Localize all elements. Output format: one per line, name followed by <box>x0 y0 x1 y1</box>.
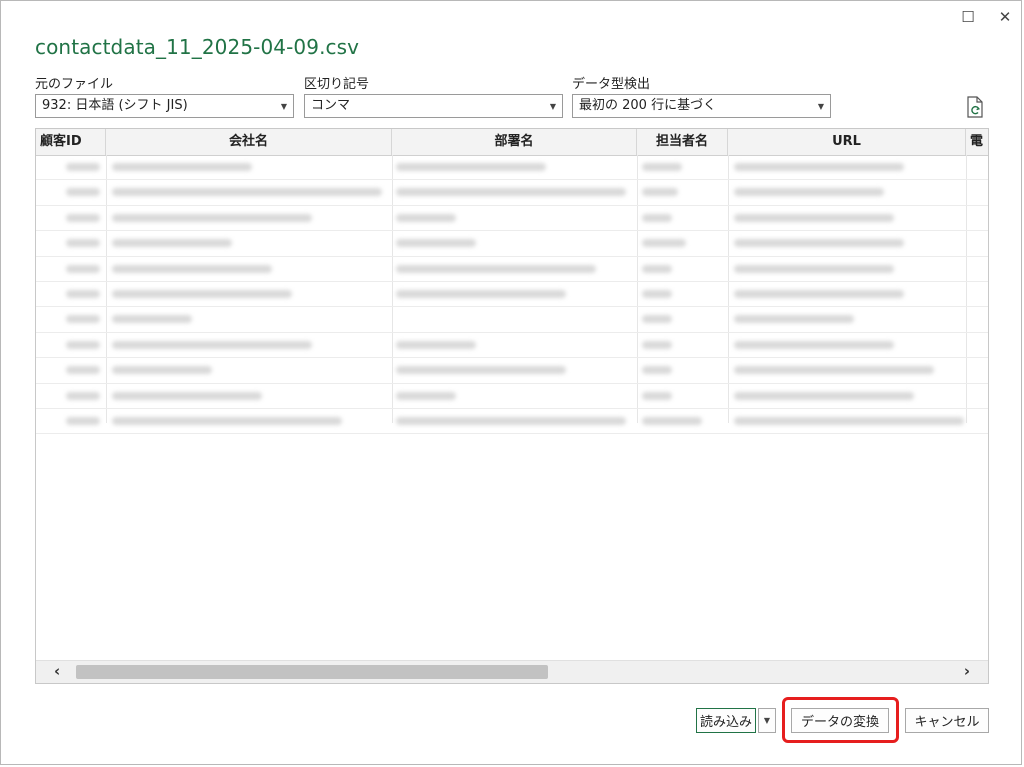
redacted-cell <box>396 289 566 298</box>
redacted-cell <box>66 239 100 248</box>
redacted-cell <box>642 239 686 248</box>
table-row <box>36 384 988 409</box>
maximize-icon[interactable]: ☐ <box>957 7 979 27</box>
delimiter-value: コンマ <box>311 98 351 113</box>
redacted-cell <box>396 163 546 171</box>
redacted-cell <box>734 416 964 425</box>
redacted-cell <box>112 213 312 222</box>
highlight-box <box>782 697 899 743</box>
redacted-cell <box>112 289 292 298</box>
redacted-cell <box>642 264 672 273</box>
table-row <box>36 409 988 435</box>
redacted-cell <box>66 289 100 298</box>
redacted-cell <box>396 188 626 197</box>
redacted-cell <box>396 239 476 248</box>
redacted-cell <box>734 340 894 349</box>
column-header[interactable]: 電 <box>966 129 988 155</box>
table-row <box>36 180 988 206</box>
redacted-cell <box>112 239 232 248</box>
redacted-cell <box>396 366 566 375</box>
delimiter-select[interactable]: コンマ ▼ <box>304 94 563 118</box>
scroll-right-icon[interactable]: › <box>964 662 970 680</box>
table-row <box>36 231 988 257</box>
redacted-cell <box>396 416 626 425</box>
cancel-button[interactable]: キャンセル <box>905 708 989 733</box>
redacted-cell <box>642 340 672 349</box>
redacted-cell <box>396 264 596 273</box>
type-detection-value: 最初の 200 行に基づく <box>579 98 717 113</box>
file-origin-value: 932: 日本語 (シフト JIS) <box>42 98 188 113</box>
dialog-title: contactdata_11_2025-04-09.csv <box>35 35 360 59</box>
redacted-cell <box>396 213 456 222</box>
redacted-cell <box>734 264 894 273</box>
redacted-cell <box>66 366 100 375</box>
redacted-cell <box>112 163 252 171</box>
redacted-cell <box>66 340 100 349</box>
preview-grid[interactable]: 顧客ID 会社名 部署名 担当者名 URL 電 ‹ › <box>35 128 989 684</box>
redacted-cell <box>734 391 914 400</box>
redacted-cell <box>396 391 456 400</box>
redacted-cell <box>642 163 682 171</box>
table-row <box>36 307 988 333</box>
redacted-cell <box>66 416 100 425</box>
chevron-down-icon: ▼ <box>549 102 556 111</box>
redacted-cell <box>112 366 212 375</box>
column-header[interactable]: 会社名 <box>106 129 392 155</box>
redacted-cell <box>66 188 100 197</box>
column-header[interactable]: 担当者名 <box>637 129 728 155</box>
grid-rows <box>36 155 988 435</box>
column-header[interactable]: URL <box>728 129 966 155</box>
redacted-cell <box>112 340 312 349</box>
scroll-left-icon[interactable]: ‹ <box>54 662 60 680</box>
redacted-cell <box>112 188 382 197</box>
redacted-cell <box>66 213 100 222</box>
redacted-cell <box>66 315 100 324</box>
load-button[interactable]: 読み込み <box>696 708 756 733</box>
redacted-cell <box>734 188 884 197</box>
chevron-down-icon: ▼ <box>280 102 287 111</box>
redacted-cell <box>112 416 342 425</box>
refresh-file-icon[interactable] <box>965 96 985 118</box>
table-row <box>36 333 988 359</box>
redacted-cell <box>734 315 854 324</box>
table-row <box>36 257 988 282</box>
import-dialog: ☐ ✕ contactdata_11_2025-04-09.csv 元のファイル… <box>0 0 1022 765</box>
redacted-cell <box>66 391 100 400</box>
redacted-cell <box>642 416 702 425</box>
redacted-cell <box>112 391 262 400</box>
redacted-cell <box>734 213 894 222</box>
type-detection-select[interactable]: 最初の 200 行に基づく ▼ <box>572 94 831 118</box>
chevron-down-icon: ▼ <box>817 102 824 111</box>
redacted-cell <box>66 264 100 273</box>
table-row <box>36 206 988 232</box>
redacted-cell <box>734 366 934 375</box>
redacted-cell <box>642 366 672 375</box>
grid-header: 顧客ID 会社名 部署名 担当者名 URL 電 <box>36 129 988 156</box>
redacted-cell <box>396 340 476 349</box>
scrollbar-thumb[interactable] <box>76 665 548 679</box>
redacted-cell <box>112 315 192 324</box>
redacted-cell <box>642 213 672 222</box>
redacted-cell <box>734 289 904 298</box>
redacted-cell <box>642 188 678 197</box>
redacted-cell <box>66 163 100 171</box>
close-icon[interactable]: ✕ <box>994 7 1016 27</box>
table-row <box>36 155 988 181</box>
column-header[interactable]: 顧客ID <box>36 129 106 155</box>
table-row <box>36 282 988 308</box>
redacted-cell <box>642 391 672 400</box>
horizontal-scrollbar[interactable]: ‹ › <box>36 660 988 683</box>
redacted-cell <box>642 289 672 298</box>
column-header[interactable]: 部署名 <box>392 129 637 155</box>
redacted-cell <box>734 163 904 171</box>
redacted-cell <box>642 315 672 324</box>
file-origin-select[interactable]: 932: 日本語 (シフト JIS) ▼ <box>35 94 294 118</box>
load-dropdown-button[interactable]: ▼ <box>758 708 776 733</box>
type-detection-label: データ型検出 <box>572 77 651 92</box>
table-row <box>36 358 988 384</box>
redacted-cell <box>112 264 272 273</box>
delimiter-label: 区切り記号 <box>304 77 370 92</box>
redacted-cell <box>734 239 904 248</box>
file-origin-label: 元のファイル <box>35 77 114 92</box>
